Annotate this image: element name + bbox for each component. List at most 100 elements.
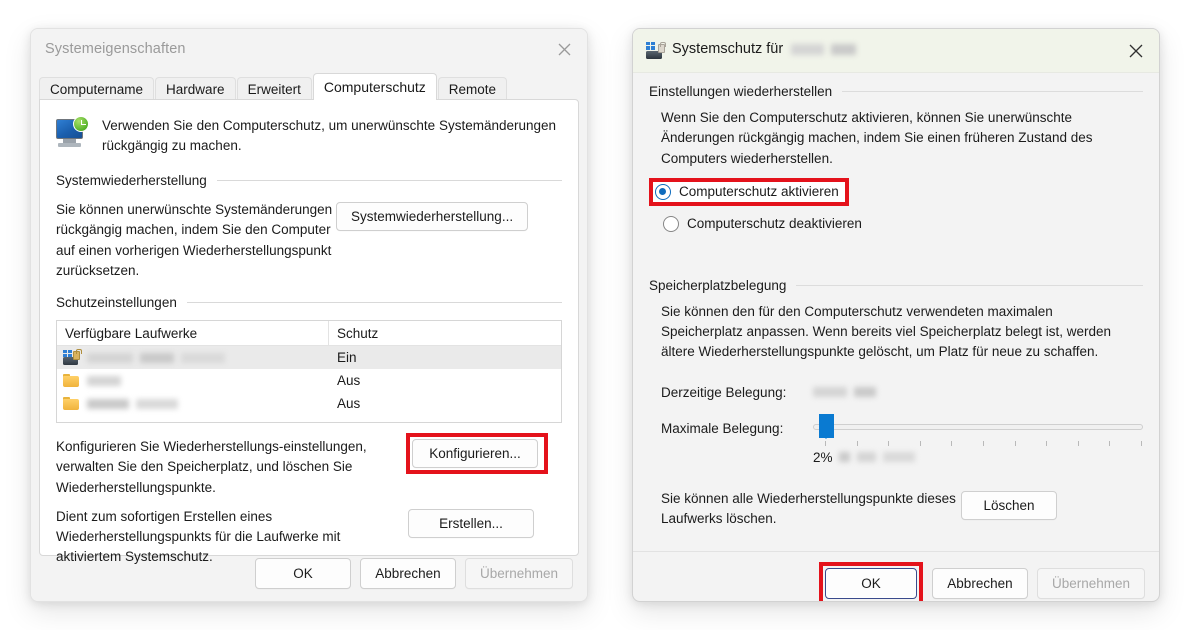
column-header-laufwerke: Verfügbare Laufwerke: [57, 321, 329, 346]
configure-text: Konfigurieren Sie Wiederherstellungs-ein…: [56, 439, 367, 495]
slider-tick: [888, 440, 890, 446]
speicherplatz-heading: Speicherplatzbelegung: [633, 278, 1159, 293]
table-row[interactable]: Ein: [57, 346, 561, 370]
restore-text: Sie können unerwünschte Systemänderungen…: [56, 202, 333, 278]
system-restore-button[interactable]: Systemwiederherstellung...: [336, 202, 529, 232]
right-window-title-text: Systemschutz für: [672, 41, 784, 57]
tab-computername[interactable]: Computername: [39, 77, 155, 100]
max-usage-slider[interactable]: [813, 412, 1143, 446]
drive-cell: [57, 373, 329, 388]
intro-blurb: Verwenden Sie den Computerschutz, um une…: [40, 100, 578, 155]
drive-locked-icon: [646, 41, 666, 59]
slider-track[interactable]: [813, 423, 1143, 430]
radio-enable-protection[interactable]: Computerschutz aktivieren: [655, 183, 839, 200]
left-titlebar: Systemeigenschaften: [31, 29, 587, 73]
radio-button-off-icon[interactable]: [663, 215, 679, 232]
section-label: Schutzeinstellungen: [56, 295, 177, 311]
right-footer: OK Abbrechen Übernehmen: [633, 552, 1159, 601]
folder-icon: [63, 373, 80, 388]
radio-label: Computerschutz deaktivieren: [687, 216, 862, 232]
column-header-schutz: Schutz: [337, 325, 379, 341]
delete-button[interactable]: Löschen: [961, 490, 1057, 520]
close-icon[interactable]: [1113, 29, 1159, 72]
slider-thumb[interactable]: [819, 413, 834, 439]
table-header: Verfügbare Laufwerke Schutz: [57, 321, 561, 347]
left-window-title: Systemeigenschaften: [45, 41, 186, 57]
table-row[interactable]: Aus: [57, 392, 561, 415]
tabstrip: Computername Hardware Erweitert Computer…: [39, 73, 579, 100]
cancel-button[interactable]: Abbrechen: [931, 567, 1028, 599]
protection-value: Aus: [337, 396, 361, 412]
divider: [186, 302, 562, 304]
tab-remote[interactable]: Remote: [437, 77, 508, 100]
slider-tick: [919, 440, 921, 446]
section-label: Systemwiederherstellung: [56, 173, 207, 189]
einstellungen-heading: Einstellungen wiederherstellen: [633, 84, 1159, 99]
delete-text: Sie können alle Wiederherstellungspunkte…: [661, 490, 956, 526]
disk-text: Sie können den für den Computerschutz ve…: [661, 303, 1112, 360]
max-usage-row: Maximale Belegung:: [633, 412, 1159, 446]
section-label: Speicherplatzbelegung: [649, 277, 787, 293]
tab-hardware[interactable]: Hardware: [155, 77, 236, 100]
divider: [216, 180, 562, 182]
slider-tick: [1014, 440, 1016, 446]
ok-highlight: OK: [818, 561, 923, 601]
folder-icon: [63, 396, 80, 411]
create-text: Dient zum sofortigen Erstellen eines Wie…: [56, 508, 341, 565]
computerschutz-tab-panel: Verwenden Sie den Computerschutz, um une…: [39, 99, 579, 564]
radio-label: Computerschutz aktivieren: [679, 184, 839, 200]
drives-table[interactable]: Verfügbare Laufwerke Schutz Ein Aus Aus: [56, 320, 562, 424]
slider-tick: [1046, 440, 1048, 446]
percent-label: 2%: [813, 449, 833, 465]
redacted-drive-name: [87, 375, 121, 386]
schutzeinstellungen-heading: Schutzeinstellungen: [40, 295, 578, 310]
configure-row: Konfigurieren Sie Wiederherstellungs-ein…: [40, 433, 578, 498]
computer-protection-icon: [56, 116, 90, 148]
drive-locked-icon: [63, 349, 82, 366]
settings-text: Wenn Sie den Computerschutz aktivieren, …: [661, 110, 1093, 166]
redacted-drive-name: [791, 43, 857, 55]
configure-highlight: Konfigurieren...: [406, 433, 548, 475]
create-button[interactable]: Erstellen...: [408, 508, 534, 538]
current-usage-row: Derzeitige Belegung:: [633, 385, 1159, 400]
slider-tick: [951, 440, 953, 446]
apply-button: Übernehmen: [1036, 567, 1145, 599]
tab-erweitert[interactable]: Erweitert: [236, 77, 312, 100]
table-row[interactable]: Aus: [57, 369, 561, 392]
redacted-drive-name: [87, 352, 225, 363]
delete-row: Sie können alle Wiederherstellungspunkte…: [633, 489, 1159, 530]
system-properties-window: Systemeigenschaften Computername Hardwar…: [30, 28, 588, 602]
drive-cell: [57, 396, 329, 411]
restore-row: Sie können unerwünschte Systemänderungen…: [40, 200, 578, 281]
percent-row: 2%: [633, 450, 1159, 465]
slider-tick: [856, 440, 858, 446]
create-row: Dient zum sofortigen Erstellen eines Wie…: [40, 507, 578, 568]
redacted-drive-name: [87, 398, 178, 409]
current-usage-label: Derzeitige Belegung:: [661, 384, 787, 400]
slider-tick: [1141, 440, 1142, 446]
divider: [842, 91, 1143, 92]
right-window-title: Systemschutz für: [672, 41, 857, 57]
right-titlebar: Systemschutz für: [633, 29, 1159, 73]
slider-ticks: [825, 440, 1142, 447]
protection-value: Aus: [337, 373, 361, 389]
intro-text: Verwenden Sie den Computerschutz, um une…: [102, 118, 557, 153]
radio-button-on-icon[interactable]: [655, 183, 671, 200]
radio-disable-protection[interactable]: Computerschutz deaktivieren: [663, 215, 862, 232]
protection-value: Ein: [337, 350, 357, 366]
redacted-current-usage: [813, 387, 876, 397]
configure-button[interactable]: Konfigurieren...: [412, 439, 538, 469]
max-usage-label: Maximale Belegung:: [661, 421, 784, 436]
screen: Systemeigenschaften Computername Hardwar…: [0, 0, 1200, 630]
slider-tick: [1109, 440, 1111, 446]
section-label: Einstellungen wiederherstellen: [649, 84, 833, 99]
systemwiederherstellung-heading: Systemwiederherstellung: [40, 173, 578, 188]
ok-button[interactable]: OK: [824, 567, 917, 599]
redacted-percent-detail: [838, 452, 915, 462]
slider-tick: [1077, 440, 1079, 446]
enable-protection-highlight: Computerschutz aktivieren: [649, 177, 849, 206]
right-body: Einstellungen wiederherstellen Wenn Sie …: [633, 84, 1159, 601]
system-protection-window: Systemschutz für Einstellungen wiederher…: [632, 28, 1160, 602]
tab-computerschutz[interactable]: Computerschutz: [312, 73, 437, 100]
close-icon[interactable]: [542, 29, 587, 69]
